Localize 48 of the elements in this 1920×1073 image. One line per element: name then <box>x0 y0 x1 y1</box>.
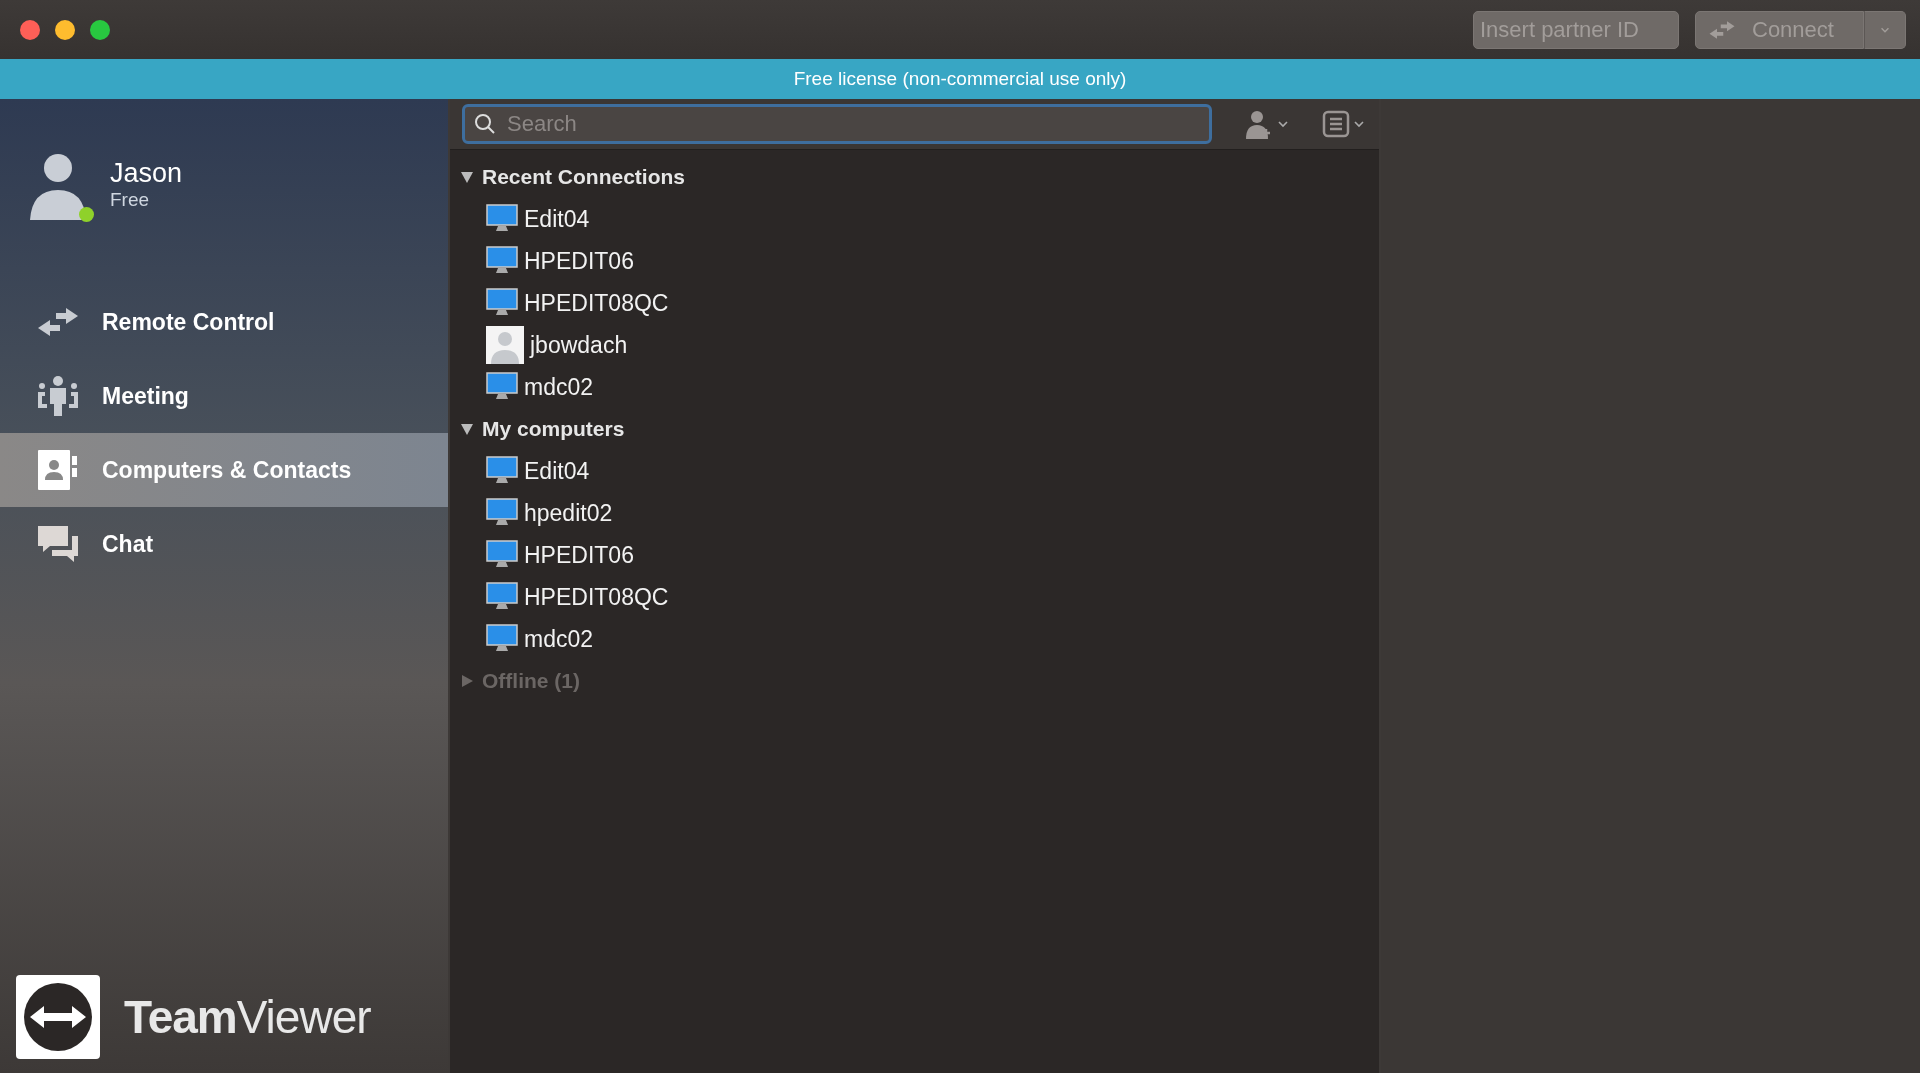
license-banner: Free license (non-commercial use only) <box>0 59 1920 99</box>
monitor-icon <box>486 246 518 276</box>
triangle-down-icon <box>460 170 474 184</box>
tree-item[interactable]: hpedit02 <box>460 492 1379 534</box>
group-header[interactable]: Recent Connections <box>460 156 1379 198</box>
nav-item[interactable]: Chat <box>0 507 448 581</box>
monitor-icon <box>486 288 518 318</box>
dropdown-button[interactable] <box>1864 10 1906 49</box>
chat-bubbles-icon <box>36 524 80 564</box>
avatar-icon <box>486 326 524 364</box>
group-header[interactable]: My computers <box>460 408 1379 450</box>
monitor-icon <box>486 456 518 486</box>
address-book-icon <box>36 448 80 492</box>
tree-item[interactable]: HPEDIT06 <box>460 240 1379 282</box>
nav-item[interactable]: Computers & Contacts <box>0 433 448 507</box>
window-control-icon[interactable] <box>20 19 40 40</box>
tree-item[interactable]: HPEDIT06 <box>460 534 1379 576</box>
triangle-right-icon <box>460 674 474 688</box>
monitor-icon <box>486 204 518 234</box>
list-view-button[interactable] <box>1322 110 1366 138</box>
add-contact-button[interactable] <box>1244 109 1290 139</box>
arrows-icon <box>1708 19 1736 40</box>
nav-item[interactable]: Meeting <box>0 359 448 433</box>
window-control-icon[interactable] <box>90 19 110 40</box>
user-name: Jason <box>110 157 183 189</box>
window-control-icon[interactable] <box>55 19 75 40</box>
arrows-icon <box>36 306 80 338</box>
tree-item[interactable]: mdc02 <box>460 366 1379 408</box>
tree-item[interactable]: HPEDIT08QC <box>460 282 1379 324</box>
monitor-icon <box>486 372 518 402</box>
license-plan: Free <box>110 188 151 211</box>
tree-item[interactable]: Edit04 <box>460 450 1379 492</box>
search-field[interactable]: Search <box>462 104 1212 144</box>
monitor-icon <box>486 498 518 528</box>
monitor-icon <box>486 624 518 654</box>
tree-item[interactable]: HPEDIT08QC <box>460 576 1379 618</box>
tree-item[interactable]: Edit04 <box>460 198 1379 240</box>
monitor-icon <box>486 582 518 612</box>
logo-icon <box>16 975 100 1059</box>
search-icon <box>474 113 496 135</box>
triangle-down-icon <box>460 422 474 436</box>
monitor-icon <box>486 540 518 570</box>
tree-item[interactable]: mdc02 <box>460 618 1379 660</box>
logo-wordmark: TeamViewer <box>124 990 371 1044</box>
list-icon <box>1322 110 1350 138</box>
nav-item[interactable]: Remote Control <box>0 285 448 359</box>
tree-item[interactable]: jbowdach <box>460 324 1379 366</box>
people-icon <box>36 374 80 418</box>
